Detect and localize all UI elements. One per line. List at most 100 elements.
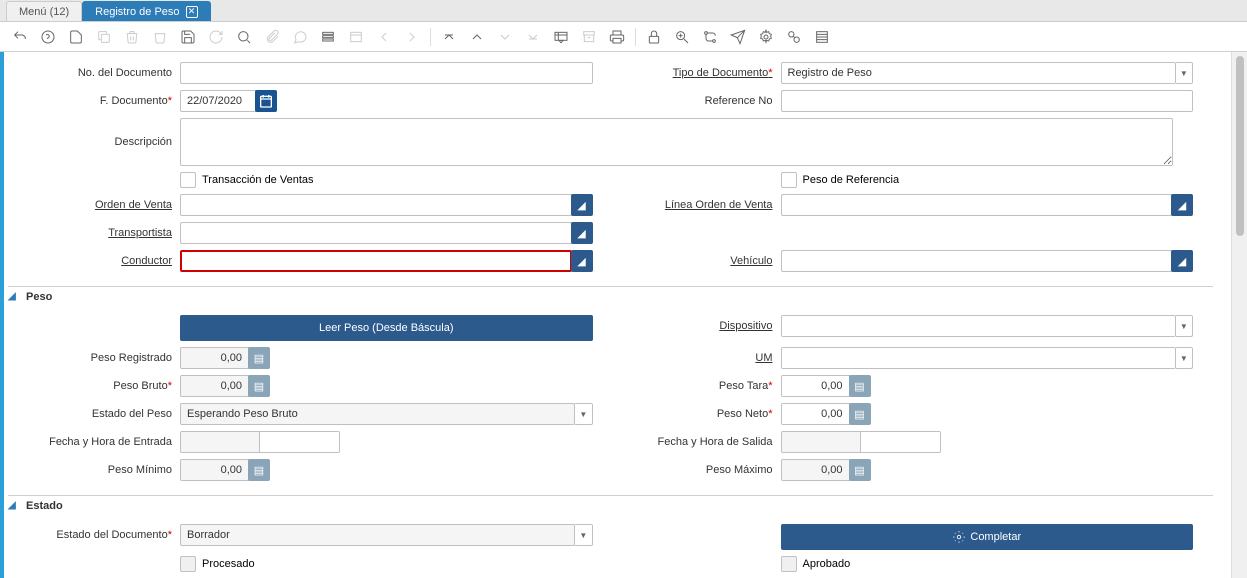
workflow-icon[interactable] [698,25,722,49]
zoom-icon[interactable] [670,25,694,49]
sales-trx-label: Transacción de Ventas [202,174,314,186]
help-icon[interactable] [36,25,60,49]
calc-icon[interactable]: ▤ [849,375,871,397]
tare-label: Peso Tara* [613,380,781,392]
weight-registered-label: Peso Registrado [12,352,180,364]
toolbar [0,22,1247,52]
ref-weight-checkbox[interactable] [781,172,797,188]
desc-input[interactable] [180,118,1173,166]
lookup-icon[interactable]: ◢ [1171,250,1193,272]
uom-input[interactable] [781,347,1176,369]
lookup-icon[interactable]: ◢ [571,194,593,216]
section-estado-header[interactable]: ◢ Estado [8,495,1213,516]
grid-icon[interactable] [316,25,340,49]
lookup-icon[interactable]: ◢ [571,250,593,272]
prev-icon [372,25,396,49]
in-time-input[interactable] [260,431,340,453]
out-time-input[interactable] [861,431,941,453]
first-icon[interactable] [437,25,461,49]
doc-date-label: F. Documento* [12,95,180,107]
calc-icon[interactable]: ▤ [849,459,871,481]
device-input[interactable] [781,315,1176,337]
export-icon[interactable] [810,25,834,49]
weight-registered-input [180,347,249,369]
lookup-icon[interactable]: ◢ [571,222,593,244]
calc-icon[interactable]: ▤ [248,459,270,481]
complete-button[interactable]: Completar [781,524,1194,550]
calc-icon[interactable]: ▤ [248,375,270,397]
doc-type-input[interactable] [781,62,1176,84]
tabbar: Menú (12) Registro de Peso✕ [0,0,1247,22]
calc-icon[interactable]: ▤ [849,403,871,425]
calc-icon[interactable]: ▤ [248,347,270,369]
doc-date-input[interactable] [180,90,256,112]
new-icon[interactable] [64,25,88,49]
scrollbar-thumb[interactable] [1236,56,1244,236]
doc-no-label: No. del Documento [12,67,180,79]
search-icon[interactable] [232,25,256,49]
min-input [180,459,249,481]
uom-label: UM [613,352,781,364]
next-icon [400,25,424,49]
sales-order-line-input[interactable] [781,194,1173,216]
request-icon[interactable] [726,25,750,49]
down-icon [493,25,517,49]
sales-trx-checkbox[interactable] [180,172,196,188]
tab-registro-peso[interactable]: Registro de Peso✕ [82,1,210,21]
doc-no-input[interactable] [180,62,593,84]
processed-label: Procesado [202,558,255,570]
ref-no-input[interactable] [781,90,1194,112]
section-peso-title: Peso [26,291,52,303]
save-icon[interactable] [176,25,200,49]
vehicle-input[interactable] [781,250,1173,272]
driver-label: Conductor [12,255,180,267]
tab-menu-label: Menú (12) [19,6,69,18]
weight-status-input [180,403,575,425]
doc-status-label: Estado del Documento* [12,529,180,541]
carrier-input[interactable] [180,222,572,244]
sales-order-input[interactable] [180,194,572,216]
chevron-down-icon[interactable]: ▼ [575,403,592,425]
form-area: No. del Documento Tipo de Documento* ▼ F… [4,52,1231,578]
parent-icon [344,25,368,49]
copy-icon [92,25,116,49]
lookup-icon[interactable]: ◢ [1171,194,1193,216]
tare-input[interactable] [781,375,850,397]
sales-order-label: Orden de Venta [12,199,180,211]
approved-label: Aprobado [803,558,851,570]
close-icon[interactable]: ✕ [186,6,198,18]
net-input[interactable] [781,403,850,425]
tab-menu[interactable]: Menú (12) [6,1,82,21]
out-date-input [781,431,861,453]
delete2-icon [148,25,172,49]
gear-icon[interactable] [754,25,778,49]
chevron-down-icon[interactable]: ▼ [1176,315,1193,337]
archive-icon [577,25,601,49]
vehicle-label: Vehículo [613,255,781,267]
chevron-down-icon[interactable]: ▼ [1176,62,1193,84]
lock-icon[interactable] [642,25,666,49]
weight-status-label: Estado del Peso [12,408,180,420]
process-icon[interactable] [782,25,806,49]
sales-order-line-label: Línea Orden de Venta [613,199,781,211]
report-icon[interactable] [549,25,573,49]
section-peso-header[interactable]: ◢ Peso [8,286,1213,307]
chevron-down-icon[interactable]: ▼ [1176,347,1193,369]
print-icon[interactable] [605,25,629,49]
chevron-down-icon[interactable]: ▼ [575,524,592,546]
collapse-icon: ◢ [8,291,20,303]
calendar-icon[interactable] [255,90,277,112]
undo-icon[interactable] [8,25,32,49]
section-estado-title: Estado [26,500,63,512]
up-icon[interactable] [465,25,489,49]
chat-icon [288,25,312,49]
attach-icon [260,25,284,49]
doc-type-label: Tipo de Documento* [613,67,781,79]
driver-input[interactable] [180,250,572,272]
scrollbar[interactable] [1231,52,1247,578]
refresh-icon [204,25,228,49]
min-label: Peso Mínimo [12,464,180,476]
collapse-icon: ◢ [8,500,20,512]
desc-label: Descripción [12,136,180,148]
read-weight-button[interactable]: Leer Peso (Desde Báscula) [180,315,593,341]
